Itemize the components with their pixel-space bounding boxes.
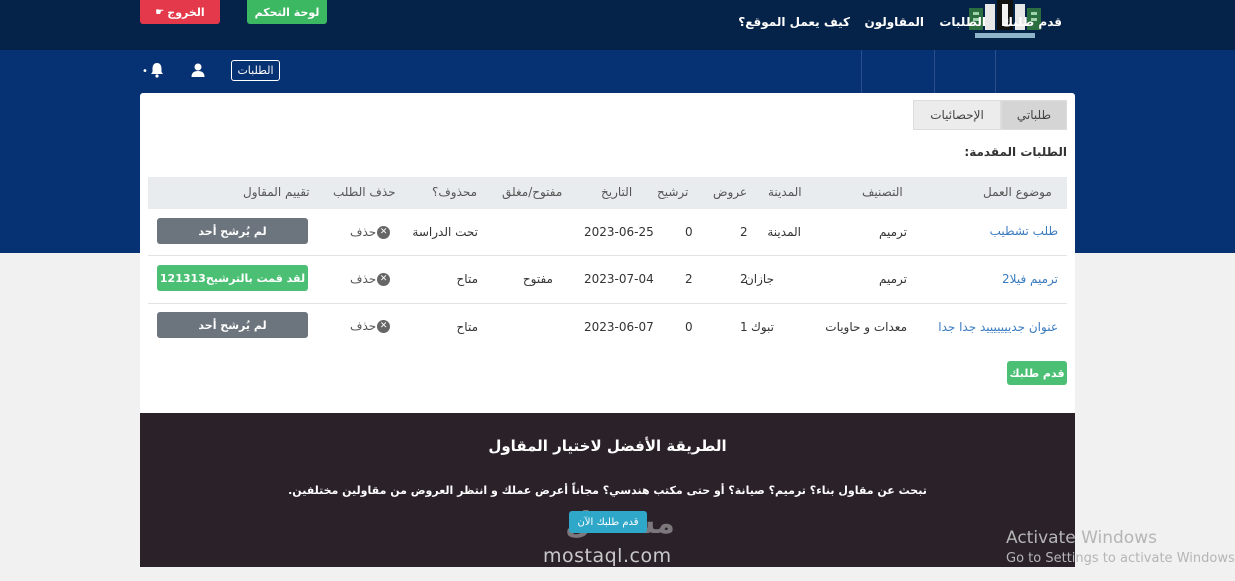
tab-my-requests[interactable]: طلباتي <box>1001 100 1067 130</box>
bell-dropdown-indicator: • <box>142 66 148 77</box>
row-deleted-status: متاح <box>456 272 478 286</box>
th-nominations: ترشيح <box>657 185 689 199</box>
nav-separator <box>861 50 862 94</box>
th-city: المدينة <box>768 185 802 199</box>
activate-windows-subtitle: Go to Settings to activate Windows. <box>1006 551 1235 566</box>
footer-cta-label: قدم طلبك الآن <box>577 516 639 528</box>
delete-label: حذف <box>350 225 377 239</box>
delete-request-link[interactable]: حذف ✕ <box>350 272 391 286</box>
section-title: الطلبات المقدمة: <box>964 145 1067 159</box>
th-offers: عروض <box>713 185 748 199</box>
rating-status-button[interactable]: لم يُرشح أحد <box>157 218 308 244</box>
row-subject-link[interactable]: عنوان جديييييييد جدا جدا <box>938 320 1058 334</box>
row-subject-link[interactable]: طلب تشطيب <box>990 224 1058 238</box>
nav-item-requests[interactable]: الطلبات <box>939 0 986 44</box>
nav-item-contractors[interactable]: المقاولون <box>864 0 924 44</box>
delete-request-link[interactable]: حذف ✕ <box>350 225 391 239</box>
tab-statistics-label: الإحصائيات <box>930 108 984 122</box>
nav-separator <box>995 50 996 94</box>
nav-item-how-it-works[interactable]: كيف يعمل الموقع؟ <box>738 0 850 44</box>
row-divider <box>148 303 1067 304</box>
footer-cta-button[interactable]: قدم طلبك الآن <box>569 511 647 533</box>
logout-button[interactable]: الخروج ☛ <box>140 0 220 24</box>
submit-request-label: قدم طلبك <box>1009 366 1065 380</box>
rating-status-button[interactable]: لم يُرشح أحد <box>157 312 308 338</box>
requests-badge-button[interactable]: الطلبات <box>231 60 280 81</box>
bell-icon[interactable] <box>148 61 166 79</box>
row-nominations: 0 <box>685 320 693 334</box>
rating-status-label: لم يُرشح أحد <box>198 224 267 238</box>
close-circle-icon: ✕ <box>377 272 391 286</box>
row-date: 2023-06-25 <box>584 225 654 239</box>
rating-status-label: لم يُرشح أحد <box>198 318 267 332</box>
row-city: جازان <box>744 272 774 286</box>
requests-badge-label: الطلبات <box>237 64 274 77</box>
th-subject: موضوع العمل <box>983 185 1052 199</box>
nav-item-submit-request[interactable]: قدم طلبك <box>1002 0 1062 44</box>
row-nominations: 2 <box>685 272 693 286</box>
row-offers: 2 <box>740 225 748 239</box>
th-category: التصنيف <box>862 185 903 199</box>
tab-statistics[interactable]: الإحصائيات <box>913 100 1001 130</box>
th-open-closed: مفتوح/مغلق <box>502 185 563 199</box>
user-icon[interactable] <box>190 62 206 78</box>
row-date: 2023-07-04 <box>584 272 654 286</box>
row-category: معدات و حاويات <box>825 320 907 334</box>
watermark-brand-text: mostaql.com <box>543 545 672 567</box>
row-open-closed: مفتوح <box>522 272 553 286</box>
close-circle-icon: ✕ <box>377 319 391 333</box>
row-category: ترميم <box>879 272 907 286</box>
main-card <box>140 93 1075 413</box>
activate-windows-title: Activate Windows <box>1006 528 1157 548</box>
row-deleted-status: متاح <box>456 320 478 334</box>
nav-separator <box>934 50 935 94</box>
row-divider <box>148 255 1067 256</box>
th-contractor-rating: تقييم المقاول <box>243 185 310 199</box>
dashboard-button[interactable]: لوحة التحكم <box>247 0 327 24</box>
footer-title: الطريقة الأفضل لاختيار المقاول <box>488 437 727 455</box>
th-deleted: محذوف؟ <box>432 185 478 199</box>
tab-my-requests-label: طلباتي <box>1016 108 1052 122</box>
logout-hand-icon: ☛ <box>155 6 165 18</box>
row-date: 2023-06-07 <box>584 320 654 334</box>
footer-subtitle: تبحث عن مقاول بناء؟ ترميم؟ صيانة؟ أو حتى… <box>288 484 927 497</box>
row-deleted-status: تحت الدراسة <box>412 225 478 239</box>
th-date: التاريخ <box>601 185 633 199</box>
dashboard-label: لوحة التحكم <box>254 5 320 19</box>
row-city: المدينة <box>767 225 801 239</box>
delete-label: حذف <box>350 272 377 286</box>
logout-label: الخروج <box>167 5 205 19</box>
rating-status-label: لقد قمت بالترشيح121313 <box>159 271 306 285</box>
row-category: ترميم <box>879 225 907 239</box>
row-offers: 1 <box>740 320 748 334</box>
delete-request-link[interactable]: حذف ✕ <box>350 319 391 333</box>
th-delete-request: حذف الطلب <box>333 185 396 199</box>
row-offers: 2 <box>740 272 748 286</box>
submit-request-button[interactable]: قدم طلبك <box>1007 361 1067 385</box>
row-subject-link[interactable]: ترميم فيلا2 <box>1002 272 1058 286</box>
close-circle-icon: ✕ <box>377 225 391 239</box>
rating-status-button[interactable]: لقد قمت بالترشيح121313 <box>157 265 308 291</box>
row-nominations: 0 <box>685 225 693 239</box>
row-city: تبوك <box>750 320 774 334</box>
delete-label: حذف <box>350 319 377 333</box>
